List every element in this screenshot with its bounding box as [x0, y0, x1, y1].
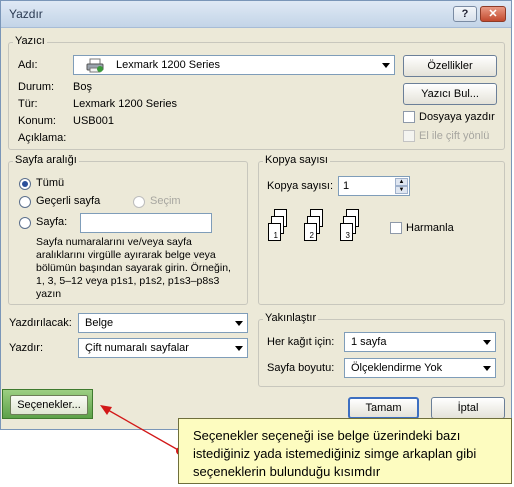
callout-note: Seçenekler seçeneği ise belge üzerindeki… [178, 418, 512, 484]
callout-text: Seçenekler seçeneği ise belge üzerindeki… [193, 428, 477, 479]
callout-arrow [100, 405, 184, 455]
